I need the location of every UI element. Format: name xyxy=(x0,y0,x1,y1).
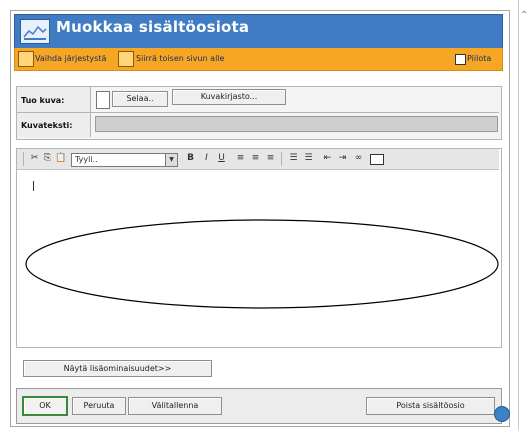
align-center-icon[interactable]: ≡ xyxy=(250,153,261,164)
swap-order-icon[interactable] xyxy=(18,51,34,67)
link-icon[interactable]: ∞ xyxy=(353,153,364,164)
bold-icon[interactable]: B xyxy=(185,153,196,164)
cancel-button[interactable]: Peruuta xyxy=(72,397,126,415)
outdent-icon[interactable]: ⇤ xyxy=(322,153,333,164)
browse-button-label: Selaa.. xyxy=(126,94,154,103)
ok-button[interactable]: OK xyxy=(22,396,68,416)
show-more-properties-label: Näytä lisäominaisuudet>> xyxy=(63,364,172,373)
save-draft-button-label: Välitallenna xyxy=(151,401,199,410)
scroll-up-icon[interactable]: ⌃ xyxy=(520,10,528,21)
browse-button[interactable]: Selaa.. xyxy=(112,91,168,107)
delete-section-button-label: Poista sisältöosio xyxy=(396,401,465,410)
bring-image-label: Tuo kuva: xyxy=(21,96,65,105)
table-icon[interactable] xyxy=(370,154,384,165)
move-page-link[interactable]: Siirrä toisen sivun alle xyxy=(136,54,224,63)
caption-input[interactable] xyxy=(95,116,498,132)
paste-icon[interactable]: 📋 xyxy=(55,153,66,164)
app-logo-icon xyxy=(20,19,50,44)
image-library-button[interactable]: Kuvakirjasto... xyxy=(172,89,286,105)
text-cursor xyxy=(33,181,34,191)
toolbar-grip xyxy=(23,152,24,166)
underline-icon[interactable]: U xyxy=(216,153,227,164)
delete-section-button[interactable]: Poista sisältöosio xyxy=(366,397,495,415)
save-draft-button[interactable]: Välitallenna xyxy=(128,397,222,415)
dialog-title: Muokkaa sisältöosiota xyxy=(56,18,250,36)
annotation-ellipse xyxy=(25,219,499,309)
indent-icon[interactable]: ⇥ xyxy=(337,153,348,164)
align-left-icon[interactable]: ≡ xyxy=(235,153,246,164)
image-library-button-label: Kuvakirjasto... xyxy=(200,92,258,101)
copy-icon[interactable]: ⎘ xyxy=(42,153,53,164)
ok-button-label: OK xyxy=(39,401,51,410)
italic-icon[interactable]: I xyxy=(201,153,212,164)
panel-column-divider xyxy=(90,87,91,137)
hide-checkbox[interactable] xyxy=(455,54,466,65)
cancel-button-label: Peruuta xyxy=(83,401,115,410)
swap-order-link[interactable]: Vaihda järjestystä xyxy=(35,54,106,63)
show-more-properties-button[interactable]: Näytä lisäominaisuudet>> xyxy=(23,360,212,377)
chevron-down-icon[interactable]: ▼ xyxy=(165,154,177,166)
globe-icon xyxy=(494,406,510,422)
style-select-value: Tyyli.. xyxy=(75,155,98,164)
align-right-icon[interactable]: ≡ xyxy=(265,153,276,164)
move-page-icon[interactable] xyxy=(118,51,134,67)
image-checkbox[interactable] xyxy=(96,91,110,109)
caption-label: Kuvateksti: xyxy=(21,121,73,130)
hide-label: Piilota xyxy=(467,54,492,63)
ordered-list-icon[interactable]: ☰ xyxy=(288,153,299,164)
toolbar-separator xyxy=(281,152,282,166)
cut-icon[interactable]: ✂ xyxy=(29,153,40,164)
style-select[interactable]: Tyyli.. ▼ xyxy=(71,153,178,167)
unordered-list-icon[interactable]: ☰ xyxy=(303,153,314,164)
